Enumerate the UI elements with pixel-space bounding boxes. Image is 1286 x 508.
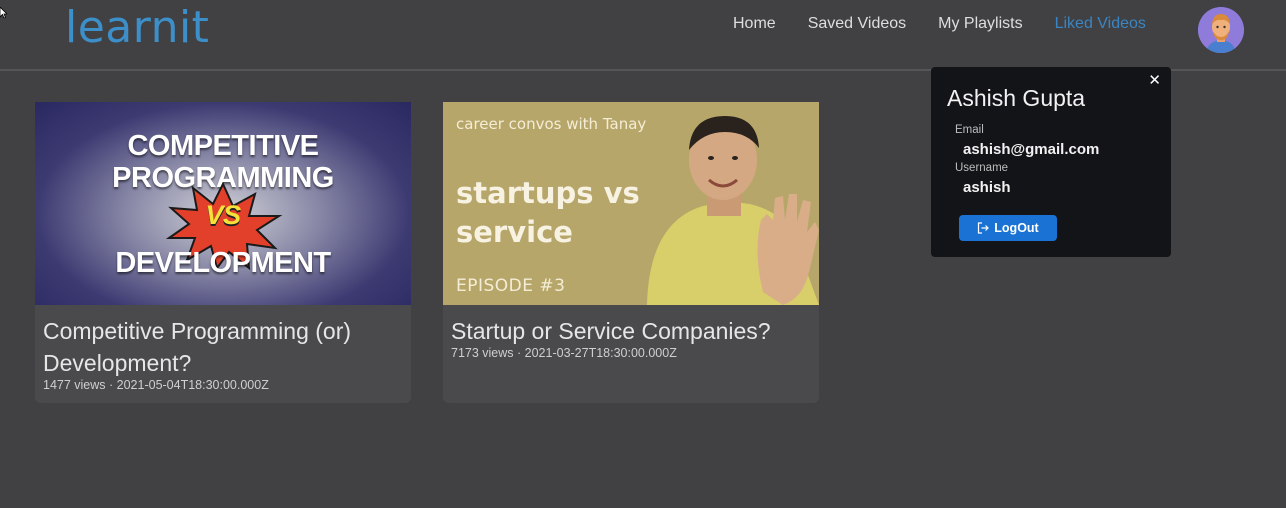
logout-button[interactable]: LogOut xyxy=(959,215,1057,241)
logout-icon xyxy=(978,222,990,234)
thumbnail-vs-text: VS xyxy=(205,200,241,230)
video-meta: 1477 views · 2021-05-04T18:30:00.000Z xyxy=(43,378,269,392)
video-title[interactable]: Competitive Programming (or) Development… xyxy=(43,315,403,379)
nav-saved-videos[interactable]: Saved Videos xyxy=(808,15,906,33)
thumbnail-text: COMPETITIVE xyxy=(127,130,319,162)
video-card[interactable]: career convos with Tanay startups vs ser… xyxy=(443,102,819,403)
video-card[interactable]: COMPETITIVE PROGRAMMING VS DEVELOPMENT C… xyxy=(35,102,411,403)
nav-home[interactable]: Home xyxy=(733,15,776,33)
username-value: ashish xyxy=(963,179,1011,196)
video-thumbnail[interactable]: career convos with Tanay startups vs ser… xyxy=(443,102,819,305)
thumbnail-episode-text: EPISODE #3 xyxy=(456,276,566,296)
avatar[interactable] xyxy=(1198,7,1244,53)
thumbnail-text: startups vs service xyxy=(456,174,640,252)
profile-name: Ashish Gupta xyxy=(947,85,1086,111)
thumbnail-text: DEVELOPMENT xyxy=(115,247,331,279)
close-icon[interactable]: ✕ xyxy=(1148,71,1161,89)
page: learnit Home Saved Videos My Playlists L… xyxy=(0,0,1286,508)
video-title[interactable]: Startup or Service Companies? xyxy=(451,315,811,347)
email-label: Email xyxy=(955,124,984,136)
video-thumbnail[interactable]: COMPETITIVE PROGRAMMING VS DEVELOPMENT xyxy=(35,102,411,305)
header: learnit Home Saved Videos My Playlists L… xyxy=(0,0,1286,71)
thumbnail-text-line: service xyxy=(456,215,573,249)
logout-label: LogOut xyxy=(994,221,1039,235)
thumbnail-text-line: startups vs xyxy=(456,176,640,210)
app-logo[interactable]: learnit xyxy=(65,2,209,53)
video-meta: 7173 views · 2021-03-27T18:30:00.000Z xyxy=(451,346,677,360)
nav-liked-videos[interactable]: Liked Videos xyxy=(1055,15,1146,33)
person-photo xyxy=(647,116,819,305)
username-label: Username xyxy=(955,162,1009,174)
profile-popup: ✕ Ashish Gupta Email ashish@gmail.com Us… xyxy=(931,67,1171,257)
thumbnail-text: career convos with Tanay xyxy=(456,115,647,133)
nav-my-playlists[interactable]: My Playlists xyxy=(938,15,1022,33)
main-nav: Home Saved Videos My Playlists Liked Vid… xyxy=(733,15,1178,33)
email-value: ashish@gmail.com xyxy=(963,141,1100,158)
